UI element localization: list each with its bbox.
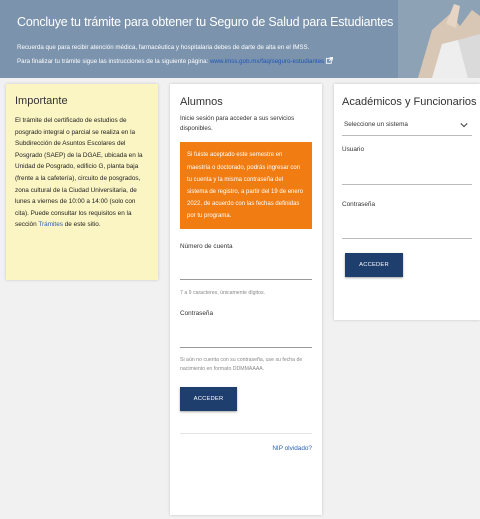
admission-notice: Si fuiste aceptado este semestre en maes… [180,142,312,229]
importante-title: Importante [15,95,68,107]
banner-instructions-text: Para finalizar tu trámite sigue las inst… [17,58,209,65]
alumnos-title: Alumnos [180,96,223,108]
password-label: Contraseña [180,309,214,317]
user-input[interactable] [342,153,472,185]
acceder-button[interactable]: ACCEDER [180,386,237,411]
alumnos-intro: Inicie sesión para acceder a sus servici… [180,115,295,133]
account-label: Número de cuenta [180,242,233,250]
tramites-link[interactable]: Trámites [38,221,63,228]
alumnos-card: Alumnos Inicie sesión para acceder a sus… [170,84,322,515]
academicos-title: Académicos y Funcionarios [342,96,477,108]
banner-imss-reminder: Recuerda que para recibir atención médic… [17,44,310,51]
password-hint: Si aún no cuenta con su contraseña, use … [180,356,303,372]
importante-body-end: de este sitio. [64,221,101,229]
system-select-value: Seleccione un sistema [344,121,408,128]
system-select[interactable]: Seleccione un sistema [342,116,472,136]
academicos-acceder-button[interactable]: ACCEDER [345,253,403,277]
academicos-password-input[interactable] [342,208,472,239]
external-link-icon[interactable] [326,57,334,64]
banner-instructions: Para finalizar tu trámite sigue las inst… [17,57,334,65]
thumbs-up-photo [398,0,480,78]
password-input[interactable] [180,317,312,348]
banner: Concluye tu trámite para obtener tu Segu… [0,0,480,78]
importante-card: Importante El trámite del certificado de… [6,84,158,280]
divider [180,432,312,434]
academicos-card: Académicos y Funcionarios Seleccione un … [334,84,480,320]
importante-text: El trámite del certificado de estudios d… [15,115,149,231]
importante-body: El trámite del certificado de estudios d… [15,117,143,229]
user-label: Usuario [342,146,365,153]
chevron-down-icon [460,123,468,128]
account-input[interactable] [180,250,312,280]
account-hint: 7 a 9 caracteres, únicamente dígitos. [180,289,266,296]
academicos-password-label: Contraseña [342,201,376,208]
banner-title: Concluye tu trámite para obtener tu Segu… [17,15,394,29]
forgot-nip-link[interactable]: NIP olvidado? [180,445,312,452]
imss-link[interactable]: www.imss.gob.mx/faq/seguro-estudiantes [210,58,324,65]
